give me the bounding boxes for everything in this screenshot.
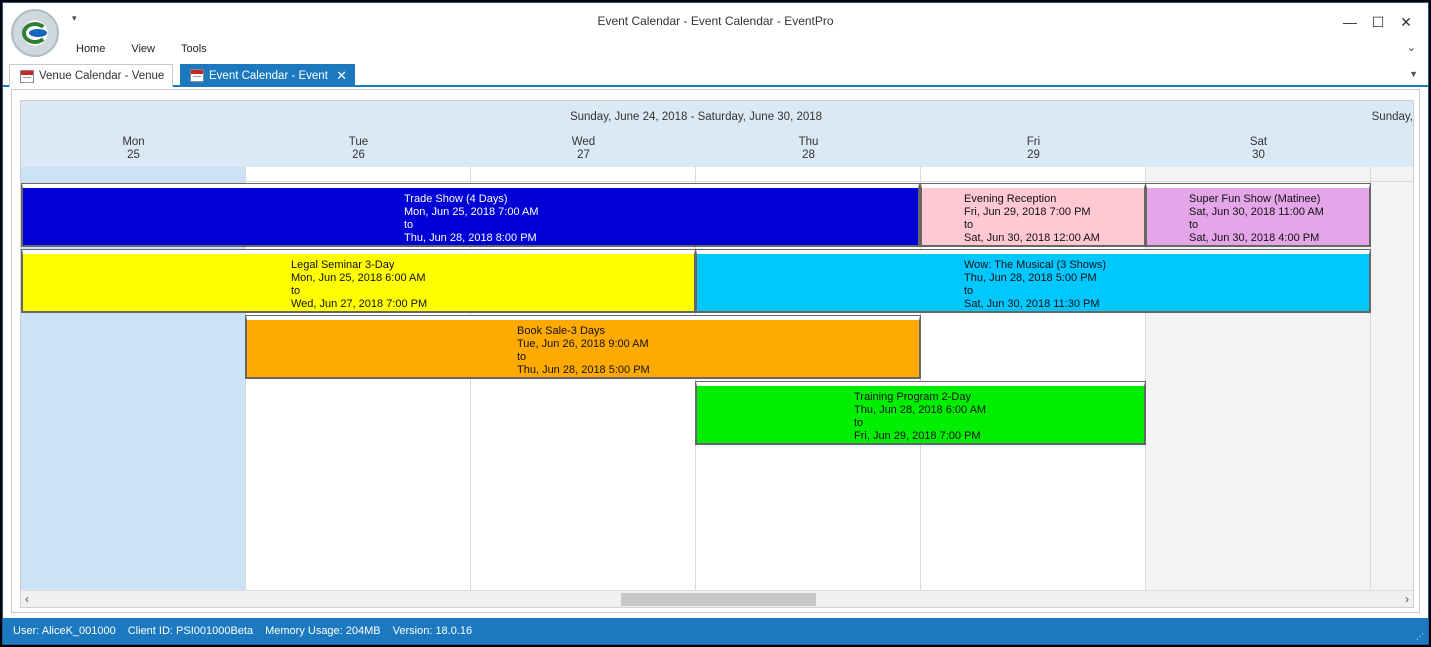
event-to: to xyxy=(964,219,974,231)
event-to: to xyxy=(517,351,527,363)
resize-grip-icon[interactable]: ⋰ xyxy=(1416,632,1424,641)
close-window-button[interactable]: ✕ xyxy=(1392,11,1420,33)
status-memory: Memory Usage: 204MB xyxy=(265,625,381,637)
all-day-divider xyxy=(21,181,1413,182)
day-header-sat[interactable]: Sat 30 xyxy=(1146,136,1371,162)
day-name: Fri xyxy=(1026,136,1041,148)
event-training-program[interactable]: Training Program 2-Day Thu, Jun 28, 2018… xyxy=(695,381,1146,445)
minimize-button[interactable]: — xyxy=(1336,11,1364,33)
event-start: Mon, Jun 25, 2018 7:00 AM xyxy=(404,206,539,218)
calendar-header: Sunday, June 24, 2018 - Saturday, June 3… xyxy=(21,101,1413,167)
close-tab-icon[interactable]: ✕ xyxy=(336,68,347,84)
next-date-range: Sunday, xyxy=(1371,111,1413,123)
day-number: 25 xyxy=(127,149,140,161)
event-super-fun-show[interactable]: Super Fun Show (Matinee) Sat, Jun 30, 20… xyxy=(1145,183,1371,247)
tab-label: Venue Calendar - Venue xyxy=(39,70,165,82)
tab-event-calendar[interactable]: Event Calendar - Event ✕ xyxy=(180,64,355,87)
scrollbar-thumb[interactable] xyxy=(621,593,816,606)
day-name: Sat xyxy=(1249,136,1268,148)
day-name: Tue xyxy=(348,136,369,148)
menu-home[interactable]: Home xyxy=(76,43,118,55)
event-title: Training Program 2-Day xyxy=(854,391,971,403)
event-title: Book Sale-3 Days xyxy=(517,325,606,337)
event-title: Wow: The Musical (3 Shows) xyxy=(964,259,1107,271)
scroll-left-icon[interactable]: ‹ xyxy=(25,592,29,606)
event-end: Sat, Jun 30, 2018 11:30 PM xyxy=(964,298,1100,310)
event-title: Evening Reception xyxy=(964,193,1057,205)
day-header-mon[interactable]: Mon 25 xyxy=(21,136,246,162)
event-end: Thu, Jun 28, 2018 8:00 PM xyxy=(404,232,537,244)
menu-view[interactable]: View xyxy=(131,43,168,55)
day-name: Mon xyxy=(122,136,145,148)
calendar-icon xyxy=(190,69,204,82)
event-title: Legal Seminar 3-Day xyxy=(291,259,395,271)
event-start: Thu, Jun 28, 2018 5:00 PM xyxy=(964,272,1097,284)
window-title: Event Calendar - Event Calendar - EventP… xyxy=(597,14,834,28)
status-client-id: Client ID: PSI001000Beta xyxy=(127,625,254,637)
event-title: Super Fun Show (Matinee) xyxy=(1189,193,1321,205)
calendar-panel: Sunday, June 24, 2018 - Saturday, June 3… xyxy=(11,89,1420,613)
scroll-right-icon[interactable]: › xyxy=(1405,592,1409,606)
event-end: Thu, Jun 28, 2018 5:00 PM xyxy=(517,364,650,376)
day-header-tue[interactable]: Tue 26 xyxy=(246,136,471,162)
event-end: Wed, Jun 27, 2018 7:00 PM xyxy=(291,298,428,310)
status-user: User: AliceK_001000 xyxy=(13,625,116,637)
tab-venue-calendar[interactable]: Venue Calendar - Venue xyxy=(9,64,173,87)
event-start: Fri, Jun 29, 2018 7:00 PM xyxy=(964,206,1091,218)
tab-label: Event Calendar - Event xyxy=(209,69,328,82)
event-start: Sat, Jun 30, 2018 11:00 AM xyxy=(1189,206,1324,218)
day-header-fri[interactable]: Fri 29 xyxy=(921,136,1146,162)
event-to: to xyxy=(964,285,974,297)
app-window: ▾ Event Calendar - Event Calendar - Even… xyxy=(2,2,1429,645)
maximize-button[interactable]: ☐ xyxy=(1364,11,1392,33)
ribbon-menu: Home View Tools xyxy=(76,43,233,55)
calendar-icon xyxy=(20,69,34,83)
event-end: Sat, Jun 30, 2018 12:00 AM xyxy=(964,232,1100,244)
menu-tools[interactable]: Tools xyxy=(181,43,220,55)
title-bar: ▾ Event Calendar - Event Calendar - Even… xyxy=(3,3,1428,61)
day-number: 29 xyxy=(1027,149,1040,161)
status-bar: User: AliceK_001000 Client ID: PSI001000… xyxy=(3,618,1428,644)
event-end: Sat, Jun 30, 2018 4:00 PM xyxy=(1189,232,1320,244)
event-trade-show[interactable]: Trade Show (4 Days) Mon, Jun 25, 2018 7:… xyxy=(21,183,920,247)
event-book-sale[interactable]: Book Sale-3 Days Tue, Jun 26, 2018 9:00 … xyxy=(245,315,921,379)
event-wow-musical[interactable]: Wow: The Musical (3 Shows) Thu, Jun 28, … xyxy=(695,249,1371,313)
event-evening-reception[interactable]: Evening Reception Fri, Jun 29, 2018 7:00… xyxy=(920,183,1146,247)
event-legal-seminar[interactable]: Legal Seminar 3-Day Mon, Jun 25, 2018 6:… xyxy=(21,249,696,313)
day-header-wed[interactable]: Wed 27 xyxy=(471,136,696,162)
day-number: 26 xyxy=(352,149,365,161)
day-number: 28 xyxy=(802,149,815,161)
event-start: Tue, Jun 26, 2018 9:00 AM xyxy=(517,338,649,350)
event-start: Thu, Jun 28, 2018 6:00 AM xyxy=(854,404,987,416)
event-to: to xyxy=(1189,219,1199,231)
status-version: Version: 18.0.16 xyxy=(392,625,473,637)
day-number: 30 xyxy=(1252,149,1265,161)
week-view: Sunday, June 24, 2018 - Saturday, June 3… xyxy=(20,100,1414,608)
date-range: Sunday, June 24, 2018 - Saturday, June 3… xyxy=(569,111,823,123)
day-header-thu[interactable]: Thu 28 xyxy=(696,136,921,162)
day-name: Wed xyxy=(571,136,596,148)
day-column-sun[interactable] xyxy=(1371,167,1413,591)
ribbon-expand-chevron-icon[interactable]: ⌄ xyxy=(1407,41,1416,54)
tab-overflow-dropdown-icon[interactable]: ▼ xyxy=(1409,69,1418,79)
event-to: to xyxy=(404,219,414,231)
day-number: 27 xyxy=(577,149,590,161)
event-to: to xyxy=(854,417,864,429)
day-name: Thu xyxy=(798,136,819,148)
event-title: Trade Show (4 Days) xyxy=(404,193,508,205)
event-to: to xyxy=(291,285,301,297)
calendar-grid[interactable]: Trade Show (4 Days) Mon, Jun 25, 2018 7:… xyxy=(21,167,1413,591)
event-start: Mon, Jun 25, 2018 6:00 AM xyxy=(291,272,426,284)
event-end: Fri, Jun 29, 2018 7:00 PM xyxy=(854,430,981,442)
document-tabs: Venue Calendar - Venue Event Calendar - … xyxy=(3,61,1428,87)
horizontal-scrollbar[interactable]: ‹ › xyxy=(21,590,1413,607)
